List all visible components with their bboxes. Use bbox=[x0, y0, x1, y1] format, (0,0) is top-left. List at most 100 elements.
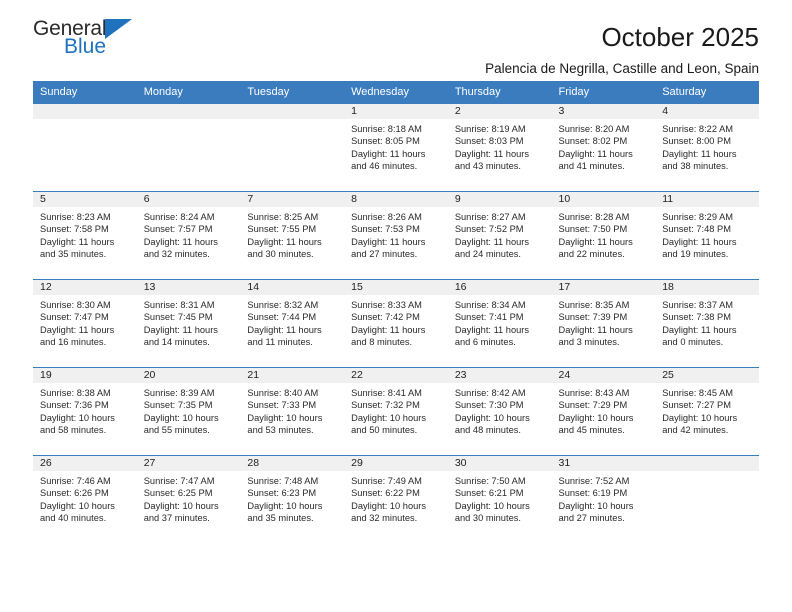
calendar-day-cell[interactable]: 1 Sunrise: 8:18 AM Sunset: 8:05 PM Daylight… bbox=[344, 103, 448, 192]
calendar-day-cell[interactable]: 27 Sunrise: 7:47 AM Sunset: 6:25 PM Dayligh… bbox=[136, 455, 241, 544]
sunrise-time: Sunrise: 8:37 AM bbox=[662, 300, 734, 310]
day-details: Sunrise: 8:26 AM Sunset: 7:53 PM Daylight:… bbox=[344, 207, 448, 260]
sunset-time: Sunset: 7:50 PM bbox=[558, 224, 628, 235]
sunset-time: Sunset: 7:33 PM bbox=[247, 400, 317, 411]
calendar-day-cell[interactable]: 9 Sunrise: 8:27 AM Sunset: 7:52 PM Daylight… bbox=[447, 191, 552, 280]
daylight-duration-line2: and 6 minutes. bbox=[454, 336, 516, 347]
calendar-day-cell[interactable]: 30 Sunrise: 7:50 AM Sunset: 6:21 PM Dayligh… bbox=[447, 455, 552, 544]
calendar-week-row: 12 Sunrise: 8:30 AM Sunset: 7:47 PM Dayligh… bbox=[33, 279, 759, 368]
calendar-day-cell[interactable]: 4 Sunrise: 8:22 AM Sunset: 8:00 PM Daylight… bbox=[655, 103, 759, 192]
day-details: Sunrise: 8:25 AM Sunset: 7:55 PM Daylight:… bbox=[240, 207, 344, 260]
sunset-time: Sunset: 7:57 PM bbox=[143, 224, 213, 235]
calendar-day-cell[interactable]: 8 Sunrise: 8:26 AM Sunset: 7:53 PM Daylight… bbox=[344, 191, 448, 280]
calendar-day-cell[interactable]: 7 Sunrise: 8:25 AM Sunset: 7:55 PM Daylight… bbox=[240, 191, 345, 280]
calendar-day-cell[interactable]: 3 Sunrise: 8:20 AM Sunset: 8:02 PM Daylight… bbox=[551, 103, 656, 192]
calendar-day-cell[interactable]: 22 Sunrise: 8:41 AM Sunset: 7:32 PM Dayligh… bbox=[344, 367, 448, 456]
daylight-duration-line2: and 27 minutes. bbox=[558, 512, 625, 523]
daylight-duration-line1: Daylight: 11 hours bbox=[662, 148, 737, 159]
day-number: 22 bbox=[344, 368, 448, 383]
day-number: 2 bbox=[447, 104, 552, 119]
daylight-duration-line2: and 38 minutes. bbox=[662, 160, 729, 171]
daylight-duration-line2: and 0 minutes. bbox=[662, 336, 724, 347]
calendar-header-row: Sunday Monday Tuesday Wednesday Thursday… bbox=[33, 81, 759, 104]
day-number: 26 bbox=[33, 456, 137, 471]
daylight-duration-line1: Daylight: 11 hours bbox=[662, 236, 737, 247]
day-number: 28 bbox=[240, 456, 345, 471]
day-details: Sunrise: 7:48 AM Sunset: 6:23 PM Daylight:… bbox=[240, 471, 344, 524]
day-number: 7 bbox=[240, 192, 345, 207]
calendar-day-cell[interactable]: 19 Sunrise: 8:38 AM Sunset: 7:36 PM Dayligh… bbox=[33, 367, 137, 456]
day-details: Sunrise: 8:18 AM Sunset: 8:05 PM Daylight:… bbox=[344, 119, 448, 172]
calendar-body: 1 Sunrise: 8:18 AM Sunset: 8:05 PM Daylight… bbox=[33, 103, 759, 544]
daylight-duration-line2: and 58 minutes. bbox=[40, 424, 107, 435]
calendar-day-cell[interactable]: 12 Sunrise: 8:30 AM Sunset: 7:47 PM Dayligh… bbox=[33, 279, 137, 368]
calendar-day-cell[interactable]: 5 Sunrise: 8:23 AM Sunset: 7:58 PM Daylight… bbox=[33, 191, 137, 280]
calendar-table: Sunday Monday Tuesday Wednesday Thursday… bbox=[33, 81, 759, 544]
calendar-day-cell-empty bbox=[33, 103, 137, 192]
weekday-header-friday: Friday bbox=[551, 81, 656, 104]
sunset-time: Sunset: 8:02 PM bbox=[558, 136, 628, 147]
sunrise-time: Sunrise: 8:29 AM bbox=[662, 212, 734, 222]
sunset-time: Sunset: 7:35 PM bbox=[143, 400, 213, 411]
sunrise-time: Sunrise: 8:35 AM bbox=[558, 300, 630, 310]
sunrise-time: Sunrise: 8:41 AM bbox=[351, 388, 422, 398]
sunset-time: Sunset: 6:21 PM bbox=[454, 488, 524, 499]
calendar-day-cell[interactable]: 28 Sunrise: 7:48 AM Sunset: 6:23 PM Dayligh… bbox=[240, 455, 345, 544]
sunset-time: Sunset: 7:53 PM bbox=[351, 224, 420, 235]
calendar-day-cell[interactable]: 2 Sunrise: 8:19 AM Sunset: 8:03 PM Daylight… bbox=[447, 103, 552, 192]
generalblue-logo[interactable]: General Blue bbox=[33, 18, 163, 68]
sunset-time: Sunset: 7:32 PM bbox=[351, 400, 420, 411]
calendar-day-cell[interactable]: 17 Sunrise: 8:35 AM Sunset: 7:39 PM Dayligh… bbox=[551, 279, 656, 368]
calendar-week-row: 1 Sunrise: 8:18 AM Sunset: 8:05 PM Daylight… bbox=[33, 103, 759, 192]
calendar-day-cell[interactable]: 31 Sunrise: 7:52 AM Sunset: 6:19 PM Dayligh… bbox=[551, 455, 656, 544]
weekday-header-wednesday: Wednesday bbox=[344, 81, 448, 104]
day-number: 13 bbox=[136, 280, 241, 295]
daylight-duration-line1: Daylight: 10 hours bbox=[351, 500, 427, 511]
calendar-day-cell[interactable]: 16 Sunrise: 8:34 AM Sunset: 7:41 PM Dayligh… bbox=[447, 279, 552, 368]
calendar-day-cell[interactable]: 10 Sunrise: 8:28 AM Sunset: 7:50 PM Dayligh… bbox=[551, 191, 656, 280]
sunrise-time: Sunrise: 8:39 AM bbox=[143, 388, 215, 398]
day-number: 14 bbox=[240, 280, 345, 295]
day-details: Sunrise: 8:43 AM Sunset: 7:29 PM Daylight:… bbox=[552, 383, 656, 436]
calendar-day-cell[interactable]: 20 Sunrise: 8:39 AM Sunset: 7:35 PM Dayligh… bbox=[136, 367, 241, 456]
calendar-day-cell[interactable]: 13 Sunrise: 8:31 AM Sunset: 7:45 PM Dayligh… bbox=[136, 279, 241, 368]
daylight-duration-line1: Daylight: 11 hours bbox=[143, 236, 218, 247]
daylight-duration-line1: Daylight: 10 hours bbox=[454, 500, 530, 511]
sunset-time: Sunset: 7:44 PM bbox=[247, 312, 317, 323]
daylight-duration-line2: and 16 minutes. bbox=[40, 336, 107, 347]
day-number bbox=[136, 104, 241, 119]
sunrise-time: Sunrise: 8:42 AM bbox=[454, 388, 526, 398]
calendar-day-cell[interactable]: 14 Sunrise: 8:32 AM Sunset: 7:44 PM Dayligh… bbox=[240, 279, 345, 368]
daylight-duration-line1: Daylight: 10 hours bbox=[143, 412, 219, 423]
day-details: Sunrise: 8:22 AM Sunset: 8:00 PM Daylight:… bbox=[655, 119, 759, 172]
sunset-time: Sunset: 6:26 PM bbox=[40, 488, 109, 499]
calendar-day-cell[interactable]: 21 Sunrise: 8:40 AM Sunset: 7:33 PM Dayligh… bbox=[240, 367, 345, 456]
sunset-time: Sunset: 7:30 PM bbox=[454, 400, 524, 411]
daylight-duration-line2: and 30 minutes. bbox=[247, 248, 314, 259]
day-details: Sunrise: 8:33 AM Sunset: 7:42 PM Daylight:… bbox=[344, 295, 448, 348]
daylight-duration-line2: and 8 minutes. bbox=[351, 336, 413, 347]
sunset-time: Sunset: 6:25 PM bbox=[143, 488, 213, 499]
sunset-time: Sunset: 7:55 PM bbox=[247, 224, 317, 235]
calendar-day-cell[interactable]: 11 Sunrise: 8:29 AM Sunset: 7:48 PM Dayligh… bbox=[655, 191, 759, 280]
calendar-day-cell[interactable]: 15 Sunrise: 8:33 AM Sunset: 7:42 PM Dayligh… bbox=[344, 279, 448, 368]
day-details: Sunrise: 8:34 AM Sunset: 7:41 PM Daylight:… bbox=[448, 295, 552, 348]
sunset-time: Sunset: 7:27 PM bbox=[662, 400, 731, 411]
daylight-duration-line2: and 22 minutes. bbox=[558, 248, 625, 259]
calendar-day-cell[interactable]: 26 Sunrise: 7:46 AM Sunset: 6:26 PM Dayligh… bbox=[33, 455, 137, 544]
calendar-day-cell[interactable]: 6 Sunrise: 8:24 AM Sunset: 7:57 PM Daylight… bbox=[136, 191, 241, 280]
calendar-day-cell[interactable]: 25 Sunrise: 8:45 AM Sunset: 7:27 PM Dayligh… bbox=[655, 367, 759, 456]
day-number: 27 bbox=[136, 456, 241, 471]
calendar-day-cell[interactable]: 24 Sunrise: 8:43 AM Sunset: 7:29 PM Dayligh… bbox=[551, 367, 656, 456]
daylight-duration-line1: Daylight: 10 hours bbox=[351, 412, 427, 423]
calendar-day-cell[interactable]: 23 Sunrise: 8:42 AM Sunset: 7:30 PM Dayligh… bbox=[447, 367, 552, 456]
brand-name-blue: Blue bbox=[64, 35, 107, 58]
calendar-day-cell[interactable]: 18 Sunrise: 8:37 AM Sunset: 7:38 PM Dayligh… bbox=[655, 279, 759, 368]
daylight-duration-line1: Daylight: 11 hours bbox=[558, 236, 633, 247]
day-number: 4 bbox=[655, 104, 759, 119]
day-details: Sunrise: 7:47 AM Sunset: 6:25 PM Daylight:… bbox=[137, 471, 241, 524]
sunrise-time: Sunrise: 7:49 AM bbox=[351, 476, 422, 486]
daylight-duration-line1: Daylight: 10 hours bbox=[40, 500, 115, 511]
calendar-day-cell[interactable]: 29 Sunrise: 7:49 AM Sunset: 6:22 PM Dayligh… bbox=[344, 455, 448, 544]
daylight-duration-line1: Daylight: 11 hours bbox=[351, 324, 426, 335]
